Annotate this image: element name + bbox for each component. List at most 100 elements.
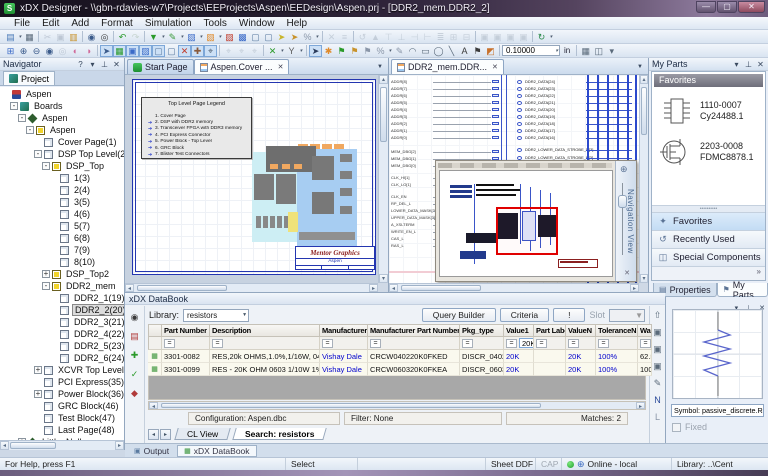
popup-titlebar[interactable] <box>438 163 612 168</box>
import-icon[interactable]: ➤ <box>288 31 301 43</box>
filter-cell[interactable]: = <box>162 337 210 350</box>
left-vscrollbar[interactable]: ▴▾ <box>378 75 388 283</box>
part3-icon[interactable]: ⌖ <box>235 45 248 57</box>
chevron-down-icon[interactable]: ▼ <box>242 312 247 318</box>
sync-icon[interactable]: ↻ <box>535 31 548 43</box>
align-top-icon[interactable]: ⊤ <box>382 31 395 43</box>
tools-icon[interactable]: ✚ <box>191 45 204 57</box>
menu-add[interactable]: Add <box>65 18 95 29</box>
filter-icon[interactable]: Y <box>285 45 298 57</box>
chevron-down-icon[interactable]: ▾ <box>548 34 554 40</box>
net-check-icon[interactable]: ✕ <box>266 45 279 57</box>
tree-item-2-4-[interactable]: 2(4) <box>0 184 124 196</box>
percent2-icon[interactable]: % <box>374 45 387 57</box>
tab-output[interactable]: ▣Output <box>128 445 175 457</box>
zoom-selection-icon[interactable]: ◎ <box>56 45 69 57</box>
select-mode-icon[interactable]: ➤ <box>100 45 113 57</box>
tree-item-ddr2-1-19-[interactable]: DDR2_1(19) <box>0 292 124 304</box>
tree-expander-icon[interactable]: - <box>10 102 18 110</box>
filter-operator[interactable]: = <box>506 339 517 348</box>
tree-expander-icon[interactable]: - <box>26 126 34 134</box>
search-parts-icon[interactable]: ◉ <box>131 312 139 322</box>
tab-list-icon[interactable]: ▼ <box>637 64 643 70</box>
part-item[interactable]: 1110-0007Cy24488.1 <box>652 89 765 129</box>
menu-edit[interactable]: Edit <box>36 18 65 29</box>
annotate-icon[interactable]: N <box>654 395 661 405</box>
navigator-hscrollbar[interactable]: ◂▸ <box>0 440 124 450</box>
tab-ddr2-mem[interactable]: DDR2_mem.DDR...✕ <box>391 59 504 74</box>
marker-flag-icon[interactable]: ⚑ <box>471 45 484 57</box>
table-row[interactable]: ▦3301-0082RES,20k OHMS,1.0%,1/16W, 0402V… <box>148 350 646 363</box>
gear-icon[interactable]: ✱ <box>322 45 335 57</box>
tree-item-cover-page-1-[interactable]: Cover Page(1) <box>0 136 124 148</box>
maximize-button[interactable]: ▢ <box>717 1 737 13</box>
right-vscrollbar[interactable]: ▴▾ <box>639 75 648 283</box>
tree-item-pci-express-35-[interactable]: PCI Express(35) <box>0 376 124 388</box>
criteria-button[interactable]: Criteria <box>500 308 549 322</box>
filter-cell[interactable]: = <box>638 337 652 350</box>
tree-item-xcvr-top-level-25-[interactable]: +XCVR Top Level(25) <box>0 364 124 376</box>
search-icon[interactable]: ◉ <box>85 31 98 43</box>
align-bottom-icon[interactable]: ⊥ <box>395 31 408 43</box>
align-right-icon[interactable]: ⊢ <box>421 31 434 43</box>
chevron-down-icon[interactable]: ▾ <box>88 60 97 69</box>
copy-cell-icon[interactable]: ▣ <box>653 361 662 371</box>
tree-item-dsp-top2[interactable]: +DSP_Top2 <box>0 268 124 280</box>
flag-orange-icon[interactable]: ⚑ <box>348 45 361 57</box>
column-header-description[interactable]: Description <box>210 324 320 337</box>
export-icon[interactable]: ➤ <box>275 31 288 43</box>
tree-item-3-5-[interactable]: 3(5) <box>0 196 124 208</box>
filter-operator[interactable]: = <box>568 339 579 348</box>
label-icon[interactable]: L <box>655 412 660 422</box>
tab-aspen-cover[interactable]: Aspen.Cover ...✕ <box>194 59 290 74</box>
filter-cell[interactable]: =20K▼ <box>504 337 534 350</box>
ungroup-icon[interactable]: ⊟ <box>460 31 473 43</box>
sheet-orange-icon[interactable]: ▧ <box>204 31 217 43</box>
line-icon[interactable]: ╲ <box>445 45 458 57</box>
flag-gray-icon[interactable]: ⚑ <box>361 45 374 57</box>
tree-expander-icon[interactable]: - <box>42 162 50 170</box>
toolbar-options-icon[interactable]: ▾ <box>605 45 618 57</box>
zoom-window-icon[interactable]: ◉ <box>43 45 56 57</box>
ellipse-icon[interactable]: ◯ <box>432 45 445 57</box>
cross-probe-icon[interactable]: ✕ <box>178 45 191 57</box>
mirror-icon[interactable]: ▲ <box>369 31 382 43</box>
view-sheet-icon[interactable]: ▨ <box>139 45 152 57</box>
remove-part-icon[interactable]: ◆ <box>131 388 138 398</box>
section-special-components[interactable]: ◫Special Components <box>652 248 765 266</box>
filter-operator[interactable]: = <box>322 339 333 348</box>
section-overflow-button[interactable]: » <box>652 266 765 280</box>
group-icon[interactable]: ⊞ <box>447 31 460 43</box>
paste-props-icon[interactable]: ▣ <box>517 31 530 43</box>
arc-icon[interactable]: ◠ <box>406 45 419 57</box>
place-part-icon[interactable]: ✚ <box>131 350 139 360</box>
tab-cl-view[interactable]: CL View <box>174 428 231 440</box>
send-back-icon[interactable]: ▣ <box>491 31 504 43</box>
right-hscrollbar[interactable]: ◂▸ <box>389 283 639 292</box>
tab-close-icon[interactable]: ✕ <box>492 63 498 71</box>
menu-tools[interactable]: Tools <box>198 18 233 29</box>
filter-operator[interactable]: = <box>370 339 381 348</box>
chevron-down-icon[interactable]: ▾ <box>732 60 741 69</box>
paste-icon[interactable]: ▥ <box>67 31 80 43</box>
tree-expander-icon[interactable]: - <box>42 282 50 290</box>
column-header-part-label[interactable]: Part Label <box>534 324 566 337</box>
tree-item-8-10-[interactable]: 8(10) <box>0 256 124 268</box>
tree-item-ddr2-2-20-[interactable]: DDR2_2(20) <box>0 304 124 316</box>
bring-front-icon[interactable]: ▣ <box>478 31 491 43</box>
tree-item-dsp-top[interactable]: -DSP_Top <box>0 160 124 172</box>
fixed-checkbox[interactable] <box>672 423 681 432</box>
filter-operator[interactable]: = <box>462 339 473 348</box>
section-favorites[interactable]: ✦Favorites <box>652 212 765 230</box>
menu-format[interactable]: Format <box>95 18 139 29</box>
tree-item-aspen[interactable]: -Aspen <box>0 124 124 136</box>
tab-project[interactable]: Project <box>3 71 55 85</box>
zoom-slider-track[interactable] <box>622 183 623 255</box>
filter-operator[interactable]: = <box>598 339 609 348</box>
part-icon[interactable]: ⌖ <box>204 45 217 57</box>
execute-button[interactable]: ! <box>553 308 585 322</box>
close-icon[interactable]: ✕ <box>112 60 121 69</box>
verify-part-icon[interactable]: ✓ <box>131 369 139 379</box>
tab-xdx-databook[interactable]: ▦xDX DataBook <box>177 445 256 457</box>
zoom-out-icon[interactable]: ⊖ <box>30 45 43 57</box>
